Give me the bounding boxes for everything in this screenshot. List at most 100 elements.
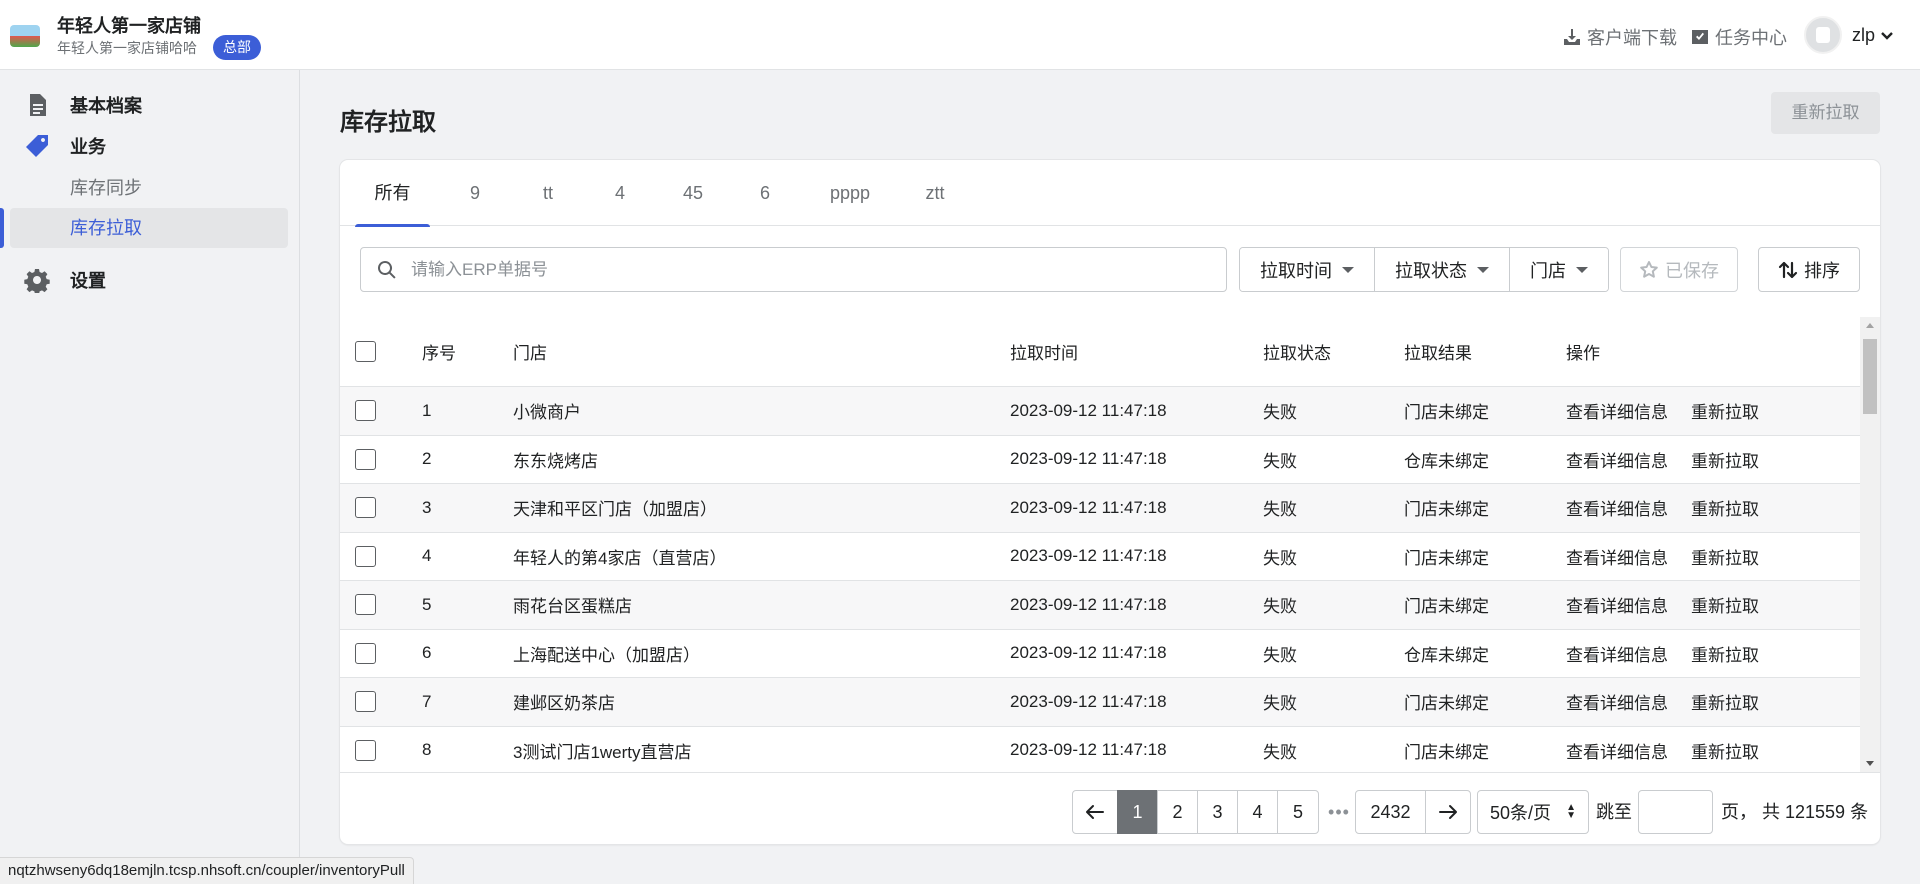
scroll-up-arrow-icon[interactable]: [1866, 323, 1874, 328]
tab-tt[interactable]: tt: [528, 160, 568, 226]
page-button-3[interactable]: 3: [1197, 790, 1238, 834]
repull-link[interactable]: 重新拉取: [1691, 581, 1759, 629]
cell-pull-result: 门店未绑定: [1404, 694, 1489, 714]
cell-index: 3: [422, 497, 432, 517]
next-page-button[interactable]: [1425, 790, 1471, 834]
cell-index: 2: [422, 449, 432, 469]
row-checkbox[interactable]: [355, 691, 376, 713]
hq-badge: 总部: [213, 35, 261, 60]
row-checkbox[interactable]: [355, 497, 376, 519]
cell-pull-status: 失败: [1263, 694, 1297, 714]
pull-status-filter[interactable]: 拉取状态: [1375, 248, 1510, 291]
chevron-down-icon: [1881, 31, 1893, 40]
sidebar-item-business[interactable]: 业务: [0, 128, 300, 164]
filter-group: 拉取时间 拉取状态 门店: [1239, 247, 1609, 292]
table-row[interactable]: 5 雨花台区蛋糕店 2023-09-12 11:47:18 失败 门店未绑定 查看详细信息…: [340, 581, 1860, 630]
prev-page-button[interactable]: [1072, 790, 1118, 834]
table-row[interactable]: 3 天津和平区门店（加盟店） 2023-09-12 11:47:18 失败 门店未绑定 查…: [340, 484, 1860, 533]
search-input[interactable]: [411, 248, 1211, 291]
row-checkbox[interactable]: [355, 594, 376, 616]
table-header: 序号 门店 拉取时间 拉取状态 拉取结果 操作: [340, 317, 1860, 387]
repull-link[interactable]: 重新拉取: [1691, 678, 1759, 726]
repull-link[interactable]: 重新拉取: [1691, 630, 1759, 678]
sidebar-item-basic[interactable]: 基本档案: [0, 87, 300, 123]
total-count: 页， 共 121559 条: [1721, 802, 1869, 822]
user-menu[interactable]: zlp: [1852, 25, 1895, 46]
table-row[interactable]: 7 建邺区奶茶店 2023-09-12 11:47:18 失败 门店未绑定 查看详细信息重…: [340, 678, 1860, 727]
cell-pull-time: 2023-09-12 11:47:18: [1010, 449, 1167, 469]
tab-all[interactable]: 所有: [355, 160, 430, 227]
page-size-select[interactable]: 50条/页 ▲ ▼: [1477, 790, 1589, 834]
select-all-checkbox-cell: [355, 317, 376, 386]
repull-link[interactable]: 重新拉取: [1691, 727, 1759, 773]
tab-pppp[interactable]: pppp: [820, 160, 880, 226]
repull-link[interactable]: 重新拉取: [1691, 436, 1759, 484]
sidebar-item-inventory-pull[interactable]: 库存拉取: [10, 208, 288, 248]
active-indicator: [0, 208, 4, 248]
table-row[interactable]: 6 上海配送中心（加盟店） 2023-09-12 11:47:18 失败 仓库未绑定 查看…: [340, 630, 1860, 678]
cell-pull-status: 失败: [1263, 645, 1297, 665]
row-checkbox[interactable]: [355, 400, 376, 422]
tab-9[interactable]: 9: [455, 160, 495, 226]
page-button-2[interactable]: 2: [1157, 790, 1198, 834]
view-details-link[interactable]: 查看详细信息: [1566, 387, 1668, 435]
row-checkbox-cell: [355, 581, 376, 629]
repull-link[interactable]: 重新拉取: [1691, 484, 1759, 532]
sidebar-item-settings[interactable]: 设置: [0, 262, 300, 298]
repull-all-button[interactable]: 重新拉取: [1771, 92, 1880, 134]
view-details-link[interactable]: 查看详细信息: [1566, 436, 1668, 484]
row-checkbox-cell: [355, 533, 376, 581]
store-filter[interactable]: 门店: [1510, 248, 1608, 291]
row-checkbox[interactable]: [355, 642, 376, 664]
sidebar-item-business-label: 业务: [70, 137, 106, 157]
sidebar-item-inventory-sync[interactable]: 库存同步: [10, 168, 288, 208]
row-checkbox[interactable]: [355, 739, 376, 761]
cell-pull-status: 失败: [1263, 548, 1297, 568]
row-checkbox[interactable]: [355, 545, 376, 567]
page-button-1[interactable]: 1: [1117, 790, 1158, 834]
table-row[interactable]: 2 东东烧烤店 2023-09-12 11:47:18 失败 仓库未绑定 查看详细信息 重新…: [340, 436, 1860, 484]
view-details-link[interactable]: 查看详细信息: [1566, 484, 1668, 532]
avatar[interactable]: [1804, 16, 1842, 54]
page-button-last[interactable]: 2432: [1355, 790, 1426, 834]
tab-45[interactable]: 45: [668, 160, 718, 226]
table-row[interactable]: 4 年轻人的第4家店（直营店） 2023-09-12 11:47:18 失败 门店未绑定…: [340, 533, 1860, 581]
view-details-link[interactable]: 查看详细信息: [1566, 533, 1668, 581]
store-name[interactable]: 年轻人第一家店铺: [57, 12, 201, 38]
page-size-value: 50条/页: [1490, 803, 1552, 823]
view-details-link[interactable]: 查看详细信息: [1566, 581, 1668, 629]
table-scrollbar[interactable]: [1860, 317, 1880, 772]
page-button-5[interactable]: 5: [1277, 790, 1319, 834]
view-details-link[interactable]: 查看详细信息: [1566, 678, 1668, 726]
cell-pull-result: 仓库未绑定: [1404, 451, 1489, 471]
scroll-thumb[interactable]: [1863, 339, 1877, 414]
select-all-checkbox[interactable]: [355, 341, 376, 362]
tab-6[interactable]: 6: [745, 160, 785, 226]
sort-button[interactable]: 排序: [1758, 247, 1860, 292]
scroll-down-arrow-icon[interactable]: [1866, 761, 1874, 766]
cell-pull-result: 门店未绑定: [1404, 500, 1489, 520]
table-row[interactable]: 8 3测试门店1werty直营店 2023-09-12 11:47:18 失败 门店未绑…: [340, 727, 1860, 773]
page-button-4[interactable]: 4: [1237, 790, 1278, 834]
task-center-link[interactable]: 任务中心: [1690, 24, 1787, 50]
view-details-link[interactable]: 查看详细信息: [1566, 630, 1668, 678]
cell-index: 8: [422, 740, 432, 760]
tab-ztt[interactable]: ztt: [910, 160, 960, 226]
repull-link[interactable]: 重新拉取: [1691, 387, 1759, 435]
pull-time-filter[interactable]: 拉取时间: [1240, 248, 1375, 291]
repull-link[interactable]: 重新拉取: [1691, 533, 1759, 581]
header-index: 序号: [422, 344, 456, 363]
tab-4[interactable]: 4: [600, 160, 640, 226]
star-icon: [1640, 260, 1658, 278]
saved-button[interactable]: 已保存: [1620, 247, 1738, 292]
client-download-link[interactable]: 客户端下载: [1562, 24, 1677, 50]
table-row[interactable]: 1 小微商户 2023-09-12 11:47:18 失败 门店未绑定 查看详细信息 重新拉…: [340, 387, 1860, 436]
row-checkbox[interactable]: [355, 448, 376, 470]
view-details-link[interactable]: 查看详细信息: [1566, 727, 1668, 773]
cell-pull-result: 门店未绑定: [1404, 597, 1489, 617]
document-icon: [24, 92, 50, 118]
store-subtitle: 年轻人第一家店铺哈哈: [57, 40, 197, 56]
jump-page-input[interactable]: [1638, 790, 1713, 834]
page-ellipsis[interactable]: •••: [1323, 790, 1355, 834]
sidebar-item-basic-label: 基本档案: [70, 96, 142, 116]
